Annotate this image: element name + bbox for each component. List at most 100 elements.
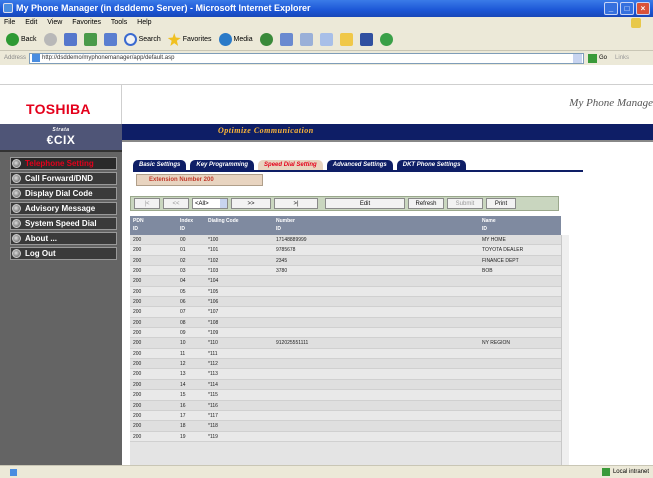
table-row[interactable]: 200 12 *112 — [130, 359, 561, 370]
table-row[interactable]: 200 05 *105 — [130, 286, 561, 298]
table-cell: *117 — [208, 412, 218, 419]
prev-page-button[interactable]: << — [163, 198, 189, 209]
maximize-button[interactable]: □ — [620, 2, 634, 15]
submit-button[interactable]: Submit — [447, 198, 483, 209]
messenger-button[interactable] — [378, 31, 395, 49]
table-row[interactable]: 200 01 *101 9785678 TOYOTA DEALER — [130, 245, 561, 256]
table-cell: 15 — [180, 392, 186, 399]
table-cell: MY HOME — [482, 237, 506, 243]
back-arrow-icon — [6, 33, 19, 46]
refresh-page-button[interactable]: Refresh — [408, 198, 444, 209]
edit-toolbar-button[interactable] — [318, 31, 335, 49]
media-button[interactable]: Media — [217, 31, 255, 49]
col-header-dialing-code[interactable]: Dialing Code — [208, 218, 239, 224]
mail-button[interactable] — [278, 31, 295, 49]
sidebar-item-advisory-message[interactable]: Advisory Message — [10, 202, 117, 215]
chevron-down-icon[interactable] — [573, 53, 583, 63]
table-row[interactable]: 200 17 *117 — [130, 410, 561, 422]
sidebar-item-telephone-setting[interactable]: Telephone Setting — [10, 157, 117, 170]
tab-basic-settings[interactable]: Basic Settings — [133, 160, 187, 170]
table-cell: NY REGION — [482, 340, 510, 347]
refresh-button[interactable] — [82, 31, 99, 49]
table-controls: |< << <All> >> >| Edit Refresh Submit Pr… — [130, 196, 559, 211]
table-row[interactable]: 200 11 *111 — [130, 348, 561, 360]
page-select[interactable]: <All> — [192, 198, 228, 209]
menu-favorites[interactable]: Favorites — [72, 19, 101, 26]
table-row[interactable]: 200 16 *116 — [130, 400, 561, 411]
address-label: Address — [4, 55, 27, 61]
table-row[interactable]: 200 08 *108 — [130, 317, 561, 329]
table-row[interactable]: 200 10 *110 912025551111 NY REGION — [130, 338, 561, 349]
table-row[interactable]: 200 15 *115 — [130, 390, 561, 401]
next-page-button[interactable]: >> — [231, 198, 271, 209]
table-row[interactable]: 200 03 *103 3780 BOB — [130, 266, 561, 277]
table-row[interactable]: 200 07 *107 — [130, 307, 561, 318]
table-cell: 200 — [133, 299, 142, 306]
table-row[interactable]: 200 02 *102 2345 FINANCE DEPT — [130, 255, 561, 267]
col-header-number[interactable]: Number — [276, 218, 295, 224]
address-input[interactable]: http://dsddemo/myphonemanager/app/defaul… — [29, 52, 585, 64]
page-icon — [32, 54, 41, 62]
table-row[interactable]: 200 14 *114 — [130, 379, 561, 391]
sidebar-item-call-forward-dnd[interactable]: Call Forward/DND — [10, 172, 117, 185]
table-row[interactable]: 200 06 *106 — [130, 297, 561, 308]
table-cell: 200 — [133, 402, 142, 409]
print-button[interactable]: Print — [486, 198, 516, 209]
sidebar-item-system-speed-dial[interactable]: System Speed Dial — [10, 217, 117, 230]
print-toolbar-button[interactable] — [298, 31, 315, 49]
tab-speed-dial-setting[interactable]: Speed Dial Setting — [258, 160, 323, 170]
table-row[interactable]: 200 18 *118 — [130, 421, 561, 432]
table-cell: 912025551111 — [276, 340, 309, 347]
stop-button[interactable] — [62, 31, 79, 49]
extension-label: Extension Number 200 — [136, 174, 263, 186]
table-cell: FINANCE DEPT — [482, 257, 519, 264]
app-title: My Phone Manage — [569, 97, 653, 109]
first-page-button[interactable]: |< — [134, 198, 160, 209]
bullet-icon — [12, 174, 21, 183]
research-button[interactable] — [358, 31, 375, 49]
col-header-index[interactable]: Index — [180, 218, 193, 224]
minimize-button[interactable]: _ — [604, 2, 618, 15]
table-row[interactable]: 200 19 *119 — [130, 431, 561, 442]
strata-cix-logo: Strata €CIX — [0, 124, 122, 152]
cix-swoosh-icon: € — [46, 133, 54, 147]
window-title: My Phone Manager (in dsddemo Server) - M… — [16, 3, 311, 13]
last-page-button[interactable]: >| — [274, 198, 318, 209]
col-header-name[interactable]: Name — [482, 218, 496, 224]
col-header-pdn[interactable]: PDN — [133, 218, 144, 224]
home-button[interactable] — [102, 31, 119, 49]
favorites-button[interactable]: Favorites — [166, 31, 214, 49]
sidebar-item-display-dial-code[interactable]: Display Dial Code — [10, 187, 117, 200]
menu-help[interactable]: Help — [137, 19, 151, 26]
close-button[interactable]: × — [636, 2, 650, 15]
menu-edit[interactable]: Edit — [25, 19, 37, 26]
table-scrollbar[interactable] — [561, 235, 569, 465]
table-cell: *101 — [208, 247, 219, 254]
tab-dkt-phone-settings[interactable]: DKT Phone Settings — [396, 160, 467, 170]
table-cell: 13 — [180, 371, 186, 378]
go-button[interactable]: Go — [588, 53, 607, 63]
table-row[interactable]: 200 09 *109 — [130, 328, 561, 339]
history-button[interactable] — [258, 31, 275, 49]
table-row[interactable]: 200 04 *104 — [130, 276, 561, 287]
menu-view[interactable]: View — [47, 19, 62, 26]
menu-file[interactable]: File — [4, 19, 15, 26]
sidebar-item-about[interactable]: About ... — [10, 232, 117, 245]
table-cell: 200 — [133, 361, 142, 368]
sidebar-item-log-out[interactable]: Log Out — [10, 247, 117, 260]
table-row[interactable]: 200 00 *100 17148889999 MY HOME — [130, 235, 561, 246]
links-button[interactable]: Links — [615, 55, 629, 61]
edit-button[interactable]: Edit — [325, 198, 405, 209]
table-row[interactable]: 200 13 *113 — [130, 369, 561, 380]
folder-button[interactable] — [338, 31, 355, 49]
table-cell: *105 — [208, 288, 219, 295]
tab-advanced-settings[interactable]: Advanced Settings — [326, 160, 393, 170]
back-button[interactable]: Back — [4, 31, 39, 49]
forward-button[interactable] — [42, 31, 59, 49]
search-button[interactable]: Search — [122, 31, 163, 49]
table-cell: 19 — [180, 433, 186, 440]
intranet-icon — [601, 468, 610, 476]
menu-tools[interactable]: Tools — [111, 19, 127, 26]
home-icon — [103, 33, 117, 46]
tab-key-programming[interactable]: Key Programming — [190, 160, 255, 170]
